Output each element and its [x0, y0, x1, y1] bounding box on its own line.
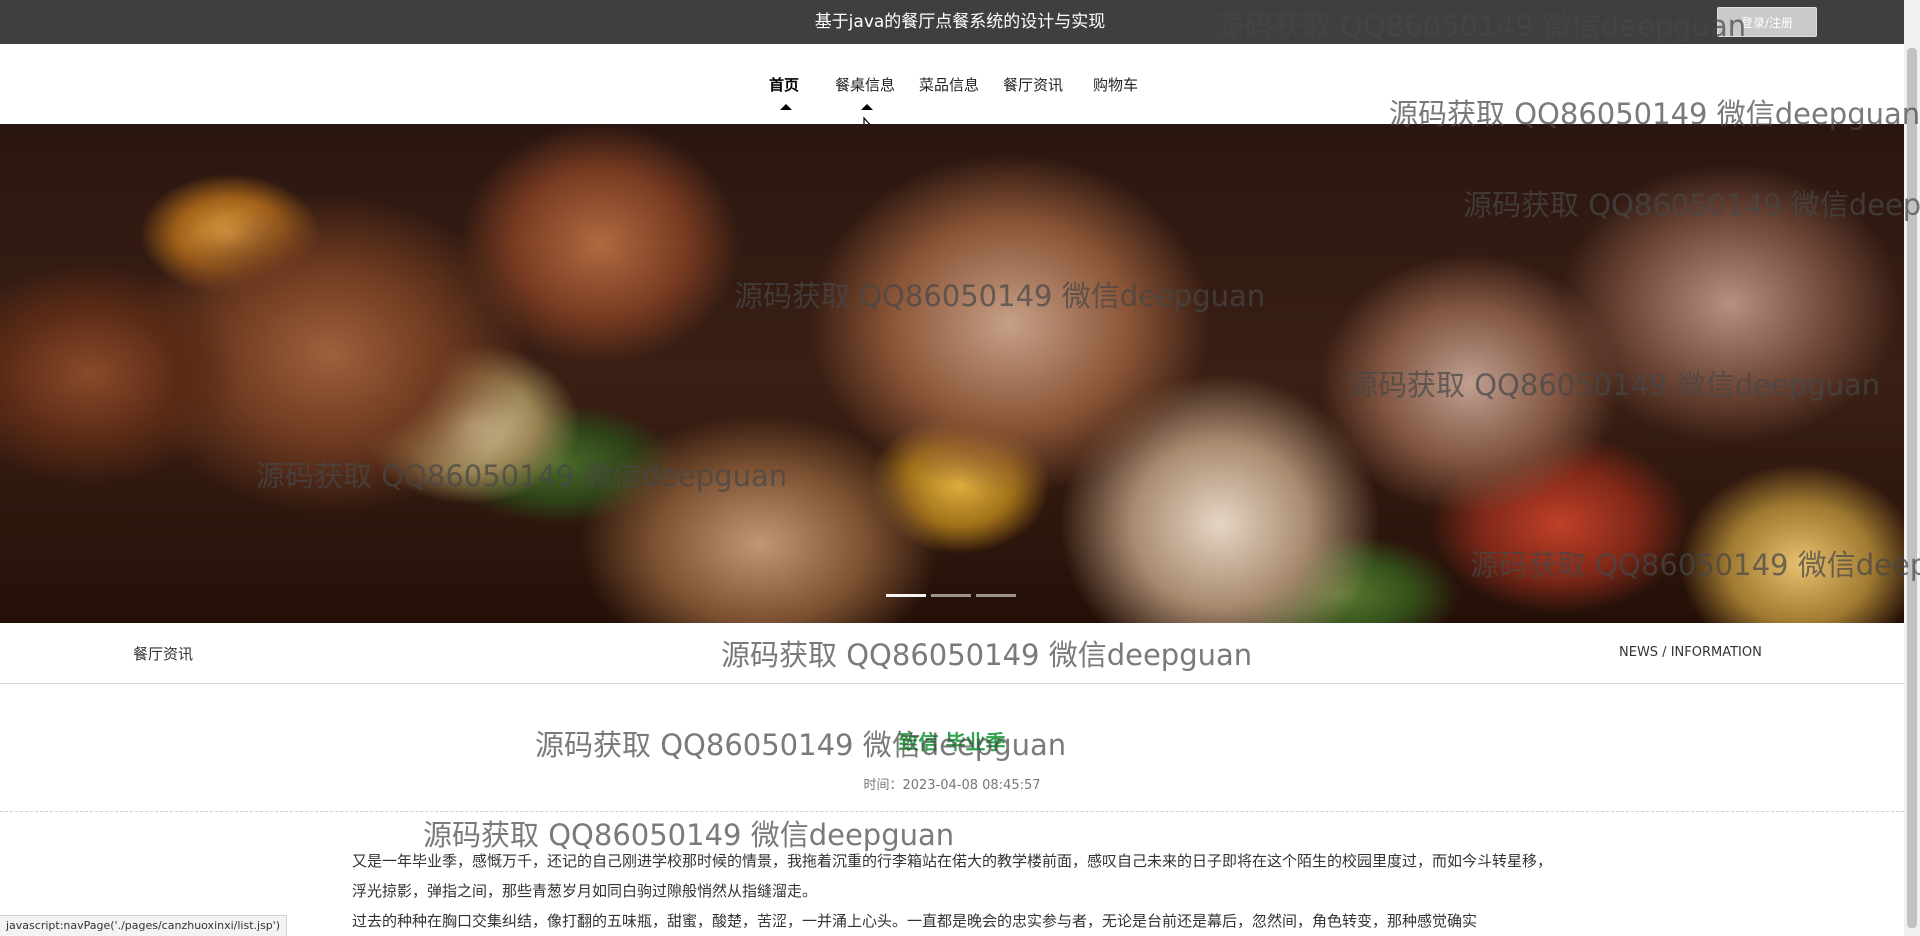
section-subtitle: NEWS / INFORMATION	[1619, 645, 1762, 660]
nav-hover-indicator	[861, 104, 873, 110]
top-bar: 基于java的餐厅点餐系统的设计与实现 登录/注册	[0, 0, 1920, 44]
article-title: 致信 毕业季	[898, 730, 1006, 754]
article-paragraph: 又是一年毕业季，感慨万千，还记的自己刚进学校那时候的情景，我拖着沉重的行李箱站在…	[352, 852, 1553, 900]
article-time: 时间：2023-04-08 08:45:57	[863, 778, 1041, 793]
nav-item-dishes[interactable]: 菜品信息	[919, 74, 979, 95]
nav-item-cart[interactable]: 购物车	[1093, 74, 1138, 95]
browser-status-bar: javascript:navPage('./pages/canzhuoxinxi…	[0, 915, 288, 936]
section-title: 餐厅资讯	[133, 645, 194, 663]
article-divider	[0, 811, 1904, 812]
hero-banner[interactable]	[0, 124, 1904, 623]
nav-item-tables[interactable]: 餐桌信息	[835, 74, 895, 95]
login-register-button[interactable]: 登录/注册	[1717, 7, 1817, 37]
nav-active-indicator	[780, 104, 792, 110]
nav-item-news[interactable]: 餐厅资讯	[1003, 74, 1063, 95]
main-nav: 首页 餐桌信息 菜品信息 餐厅资讯 购物车	[0, 44, 1920, 136]
banner-pagination	[886, 594, 1016, 598]
banner-dot-1[interactable]	[886, 594, 926, 597]
section-header: 餐厅资讯 NEWS / INFORMATION	[0, 623, 1904, 684]
scrollbar-thumb[interactable]	[1907, 48, 1917, 928]
article-body: 又是一年毕业季，感慨万千，还记的自己刚进学校那时候的情景，我拖着沉重的行李箱站在…	[352, 846, 1558, 936]
banner-dot-3[interactable]	[976, 594, 1016, 597]
banner-dot-2[interactable]	[931, 594, 971, 597]
site-title: 基于java的餐厅点餐系统的设计与实现	[814, 12, 1106, 32]
nav-item-home[interactable]: 首页	[769, 74, 799, 95]
article-paragraph: 过去的种种在胸口交集纠结，像打翻的五味瓶，甜蜜，酸楚，苦涩，一并涌上心头。一直都…	[352, 912, 1478, 930]
